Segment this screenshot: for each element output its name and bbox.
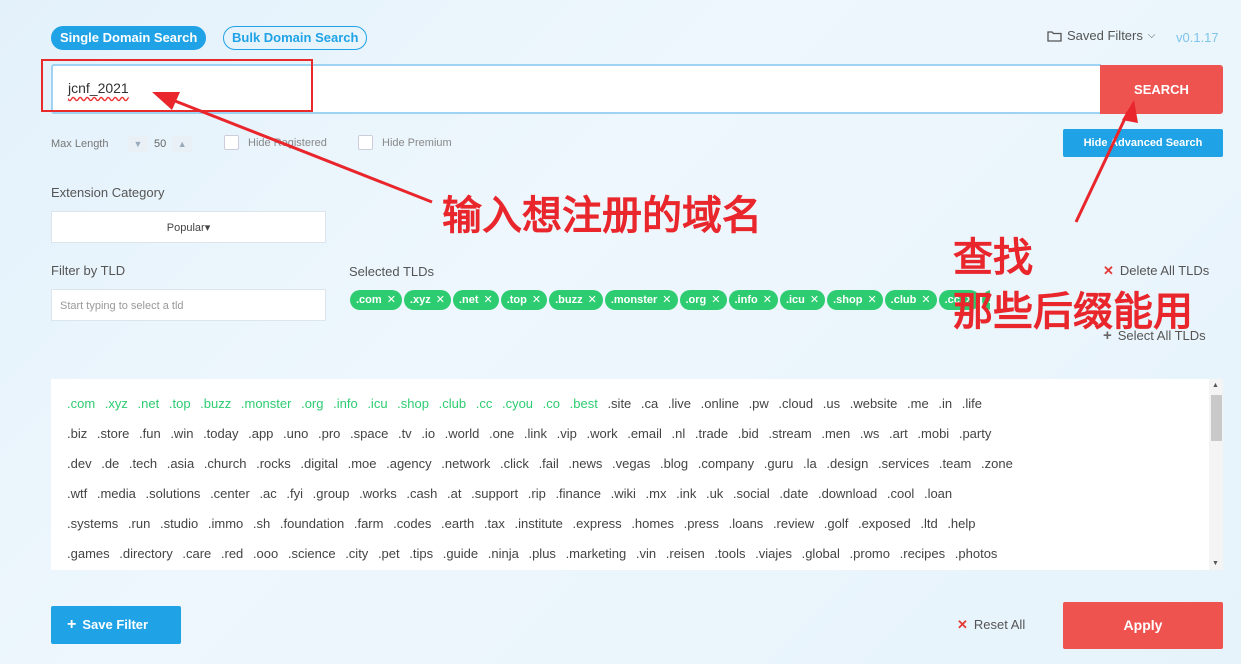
annotation-search-note-2: 那些后缀能用 bbox=[953, 289, 1193, 335]
arrow-to-search bbox=[1074, 111, 1130, 223]
arrow-head-search bbox=[1122, 100, 1138, 123]
arrow-to-input bbox=[169, 97, 433, 204]
arrow-head-input bbox=[152, 92, 180, 110]
annotation-input-note: 输入想注册的域名 bbox=[442, 193, 762, 239]
annotation-search-note-1: 查找 bbox=[953, 235, 1033, 281]
